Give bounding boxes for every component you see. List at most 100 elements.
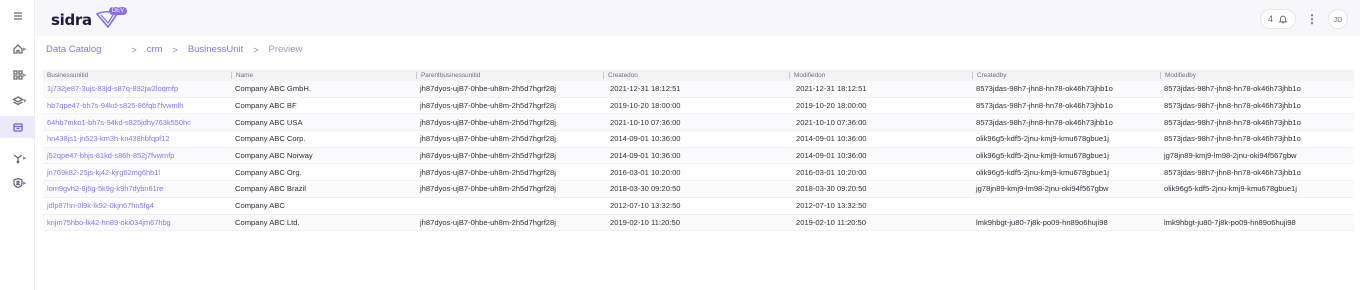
table-cell-link[interactable]: 1j732je87-3ujs-83jd-s87q-892jw2loqmfp	[43, 84, 231, 93]
column-header[interactable]: Businessunitid	[43, 72, 231, 79]
table-cell-link[interactable]: knjm75hbo-lk42-hn89-oki034jm67hbg	[43, 218, 231, 227]
table-cell: jh87dyos-ujB7-0hbe-uh8m-2h5d7hgrf28j	[420, 167, 556, 177]
table-cell-link[interactable]: j52qpe47-bhjs-81kd-s86h-852j7fvwmfp	[43, 151, 231, 160]
menu-toggle-button[interactable]	[0, 5, 35, 27]
table-cell: Company ABC	[235, 201, 285, 211]
preview-table: Businessunitid Name Parentbusinessunitid…	[43, 70, 1354, 232]
column-header[interactable]: Parentbusinessunitid	[416, 72, 603, 79]
table-cell-link[interactable]: jdlp87hn-0l9k-lk92-0kjn67hn5fg4	[43, 201, 231, 210]
nav-home[interactable]: ▸	[0, 38, 35, 60]
column-header[interactable]: Modifiedby	[1160, 72, 1354, 79]
more-options-icon[interactable]: ⋮	[1306, 12, 1318, 26]
table-row[interactable]: hn438js1-jn523-km3h-kn438hbfqpf12 Company…	[43, 131, 1354, 148]
table-cell: 2019-02-10 11:20:50	[796, 217, 866, 227]
environment-badge: DEV	[108, 7, 128, 15]
fork-icon	[13, 154, 22, 164]
table-cell: 2019-10-20 18:00:00	[610, 101, 681, 111]
table-cell: 2012-07-10 13:32:50	[796, 201, 867, 211]
table-cell: lmk9hbgt-ju80-7j8k-po09-hn89o6huji98	[976, 217, 1108, 227]
chevron-right-icon: ▸	[23, 72, 27, 79]
notifications-button[interactable]: 4	[1259, 9, 1296, 29]
column-header[interactable]: Name	[231, 72, 416, 79]
nav-data-catalog[interactable]	[0, 116, 35, 138]
notification-count: 4	[1267, 14, 1273, 24]
app-window: ▸ ▸ ▾ ▸ ▸ sidra DEV 4 ⋮ JD Data Catalog …	[0, 0, 1360, 290]
table-cell: Company ABC Org.	[235, 167, 302, 177]
table-row[interactable]: lom9gvh2-8j5g-5k9g-k9h7dybn61re Company A…	[43, 181, 1354, 198]
table-body: 1j732je87-3ujs-83jd-s87q-892jw2loqmfp Com…	[43, 81, 1354, 232]
grid-icon	[12, 70, 23, 80]
table-cell: 8573jdas-98h7-jhn8-hn78-ok46h73jhb1o	[976, 101, 1113, 111]
table-cell: 2016-03-01 10:20:00	[610, 167, 681, 177]
table-cell-link[interactable]: 64hb7mko1-bh7s-94kd-s825jdhy763k550hc	[43, 118, 231, 127]
table-cell: jh87dyos-ujB7-0hbe-uh8m-2h5d7hgrf28j	[420, 151, 556, 161]
column-header[interactable]: Modifiedon	[789, 72, 972, 79]
table-cell: jh87dyos-ujB7-0hbe-uh8m-2h5d7hgrf28j	[420, 84, 556, 94]
nav-pipelines[interactable]: ▸	[0, 147, 35, 169]
table-cell: 2014-09-01 10:36:00	[796, 134, 867, 144]
table-cell: jh87dyos-ujB7-0hbe-uh8m-2h5d7hgrf28j	[420, 184, 556, 194]
table-cell: 2018-03-30 09:20:50	[796, 184, 867, 194]
table-row[interactable]: jdlp87hn-0l9k-lk92-0kjn67hn5fg4 Company A…	[43, 198, 1354, 215]
column-header[interactable]: Createdon	[603, 72, 789, 79]
table-cell: jg78jn89-kmj9-lm98-2jnu-oki94f567gbw	[1164, 151, 1297, 161]
top-bar-actions: 4 ⋮ JD	[1259, 9, 1348, 29]
table-row[interactable]: hb7qpe47-bh7s-94kd-s825-86fqb7fvwmlh Comp…	[43, 98, 1354, 115]
table-cell: olik96g5-kdf5-2jnu-kmj9-kmu678gbue1j	[976, 151, 1109, 161]
table-cell-link[interactable]: hn438js1-jn523-km3h-kn438hbfqpf12	[43, 134, 231, 143]
table-cell: olik96g5-kdf5-2jnu-kmj9-kmu678gbue1j	[976, 167, 1109, 177]
table-cell: jh87dyos-ujB7-0hbe-uh8m-2h5d7hgrf28j	[420, 101, 556, 111]
table-cell: olik96g5-kdf5-2jnu-kmj9-kmu678gbue1j	[976, 134, 1109, 144]
table-row[interactable]: 64hb7mko1-bh7s-94kd-s825jdhy763k550hc Com…	[43, 114, 1354, 132]
sidra-logo[interactable]: sidra DEV	[51, 7, 128, 31]
chevron-right-icon: ▸	[23, 155, 27, 162]
breadcrumb-businessunit[interactable]: BusinessUnit	[188, 44, 243, 55]
table-row[interactable]: knjm75hbo-lk42-hn89-oki034jm67hbg Company…	[43, 214, 1354, 232]
table-cell: 8573jdas-98h7-jhn8-hn78-ok46h73jhb1o	[976, 84, 1113, 94]
bell-icon	[1278, 15, 1288, 24]
nav-data-layers[interactable]: ▾	[0, 90, 35, 112]
breadcrumb-separator-icon: >	[131, 44, 137, 55]
table-cell: Company ABC Brazil	[235, 184, 306, 194]
table-cell: lmk9hbgt-ju80-7j8k-po09-hn89o6huji98	[1164, 217, 1296, 227]
table-cell: Company ABC Corp.	[235, 134, 306, 144]
hamburger-icon	[13, 12, 22, 20]
table-cell: 8573jdas-98h7-jhn8-hn78-ok46h73jhb1o	[976, 117, 1113, 127]
table-cell: 2021-12-31 18:12:51	[796, 84, 867, 94]
breadcrumb-preview: Preview	[268, 44, 303, 55]
table-cell: 2021-12-31 18:12:51	[610, 84, 681, 94]
breadcrumb-data-catalog[interactable]: Data Catalog	[46, 44, 101, 55]
table-row[interactable]: jn769k82-25js-kj42-kjrg62mg6hb1l Company …	[43, 164, 1354, 182]
table-cell: Company ABC GmbH.	[235, 84, 311, 94]
left-nav-rail: ▸ ▸ ▾ ▸ ▸	[0, 0, 35, 290]
nav-security[interactable]: ▸	[0, 172, 35, 194]
table-cell: jh87dyos-ujB7-0hbe-uh8m-2h5d7hgrf28j	[420, 217, 556, 227]
user-avatar[interactable]: JD	[1328, 9, 1348, 29]
nav-dashboards[interactable]: ▸	[0, 64, 35, 86]
breadcrumb-crm[interactable]: crm	[147, 44, 163, 55]
table-cell: Company ABC Ltd.	[235, 217, 300, 227]
table-cell: 8573jdas-98h7-jhn8-hn78-ok46h73jhb1o	[1164, 101, 1301, 111]
chevron-down-icon: ▾	[23, 98, 27, 105]
column-header[interactable]: Createdby	[972, 72, 1160, 79]
table-cell: jg78jn89-kmj9-lm98-2jnu-oki94f567gbw	[976, 184, 1109, 194]
table-cell: Company ABC BF	[235, 101, 297, 111]
table-cell: 2018-03-30 09:20:50	[610, 184, 681, 194]
table-cell-link[interactable]: lom9gvh2-8j5g-5k9g-k9h7dybn61re	[43, 184, 231, 193]
breadcrumb-separator-icon: >	[172, 44, 178, 55]
logo-mark-icon: DEV	[95, 7, 128, 31]
table-cell-link[interactable]: jn769k82-25js-kj42-kjrg62mg6hb1l	[43, 168, 231, 177]
table-cell: 2014-09-01 10:36:00	[610, 151, 681, 161]
table-cell-link[interactable]: hb7qpe47-bh7s-94kd-s825-86fqb7fvwmlh	[43, 101, 231, 110]
home-icon	[12, 44, 23, 54]
table-cell: 8573jdas-98h7-jhn8-hn78-ok46h73jhb1o	[1164, 167, 1301, 177]
table-header: Businessunitid Name Parentbusinessunitid…	[43, 70, 1354, 81]
database-icon	[12, 123, 23, 132]
table-cell: Company ABC USA	[235, 117, 303, 127]
table-cell: 2014-09-01 10:36:00	[610, 134, 681, 144]
breadcrumb: Data Catalog > crm > BusinessUnit > Prev…	[46, 44, 302, 55]
layers-icon	[11, 96, 24, 106]
table-row[interactable]: j52qpe47-bhjs-81kd-s86h-852j7fvwmfp Compa…	[43, 147, 1354, 165]
table-cell: 2021-10-10 07:36:00	[796, 117, 867, 127]
table-row[interactable]: 1j732je87-3ujs-83jd-s87q-892jw2loqmfp Com…	[43, 81, 1354, 98]
